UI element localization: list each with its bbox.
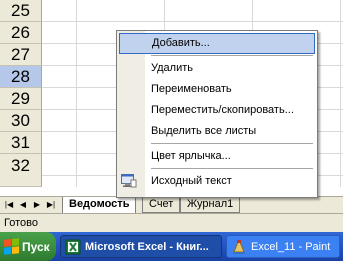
sheet-tab-schet[interactable]: Счет (142, 197, 181, 213)
menu-item-add[interactable]: Добавить... (119, 33, 315, 54)
row-header[interactable]: 25 (0, 0, 42, 22)
taskbar-item-label: Excel_11 - Paint (251, 240, 331, 253)
taskbar-item-paint[interactable]: Excel_11 - Paint (226, 235, 340, 258)
menu-item-label: Добавить... (152, 37, 210, 49)
row-header[interactable]: 27 (0, 44, 42, 66)
menu-item-view-code[interactable]: Исходный текст (119, 171, 315, 192)
sheet-tab-vedomost[interactable]: Ведомость (62, 197, 137, 214)
taskbar-item-excel[interactable]: Microsoft Excel - Книг... (60, 235, 222, 258)
tab-scroll-buttons: |◀ ◀ ▶ ▶| (2, 198, 58, 212)
paint-icon (233, 239, 245, 254)
menu-item-label: Удалить (151, 62, 193, 74)
row-header-selected[interactable]: 28 (0, 66, 42, 88)
menu-item-select-all[interactable]: Выделить все листы (119, 121, 315, 142)
sheet-tab-bar: |◀ ◀ ▶ ▶| Ведомость Счет Журнал1 (0, 196, 343, 214)
windows-taskbar: Пуск Microsoft Excel - Книг... Excel_11 … (0, 232, 343, 261)
view-code-icon (121, 174, 137, 188)
menu-item-delete[interactable]: Удалить (119, 58, 315, 79)
sheet-tab-zhurnal1[interactable]: Журнал1 (180, 197, 241, 213)
last-sheet-icon[interactable]: ▶| (44, 198, 58, 212)
prev-sheet-icon[interactable]: ◀ (16, 198, 30, 212)
menu-item-tab-color[interactable]: Цвет ярлычка... (119, 146, 315, 167)
next-sheet-icon[interactable]: ▶ (30, 198, 44, 212)
start-label: Пуск (22, 239, 50, 254)
menu-item-label: Переименовать (151, 83, 232, 95)
status-text: Готово (4, 217, 38, 229)
windows-flag-icon (4, 238, 19, 255)
row-header[interactable]: 32 (0, 154, 42, 187)
start-button[interactable]: Пуск (0, 232, 56, 261)
row-header[interactable]: 31 (0, 132, 42, 154)
taskbar-item-label: Microsoft Excel - Книг... (85, 240, 209, 253)
sheet-context-menu: Добавить... Удалить Переименовать Переме… (116, 30, 318, 198)
row-header[interactable]: 30 (0, 110, 42, 132)
menu-item-label: Цвет ярлычка... (151, 150, 231, 162)
excel-icon (65, 239, 81, 254)
menu-item-label: Выделить все листы (151, 125, 257, 137)
row-header[interactable]: 26 (0, 22, 42, 44)
row-header[interactable]: 29 (0, 88, 42, 110)
first-sheet-icon[interactable]: |◀ (2, 198, 16, 212)
menu-item-rename[interactable]: Переименовать (119, 79, 315, 100)
menu-item-label: Переместить/скопировать... (151, 104, 294, 116)
menu-item-label: Исходный текст (151, 175, 232, 187)
menu-item-move-copy[interactable]: Переместить/скопировать... (119, 100, 315, 121)
status-bar: Готово (0, 213, 343, 232)
